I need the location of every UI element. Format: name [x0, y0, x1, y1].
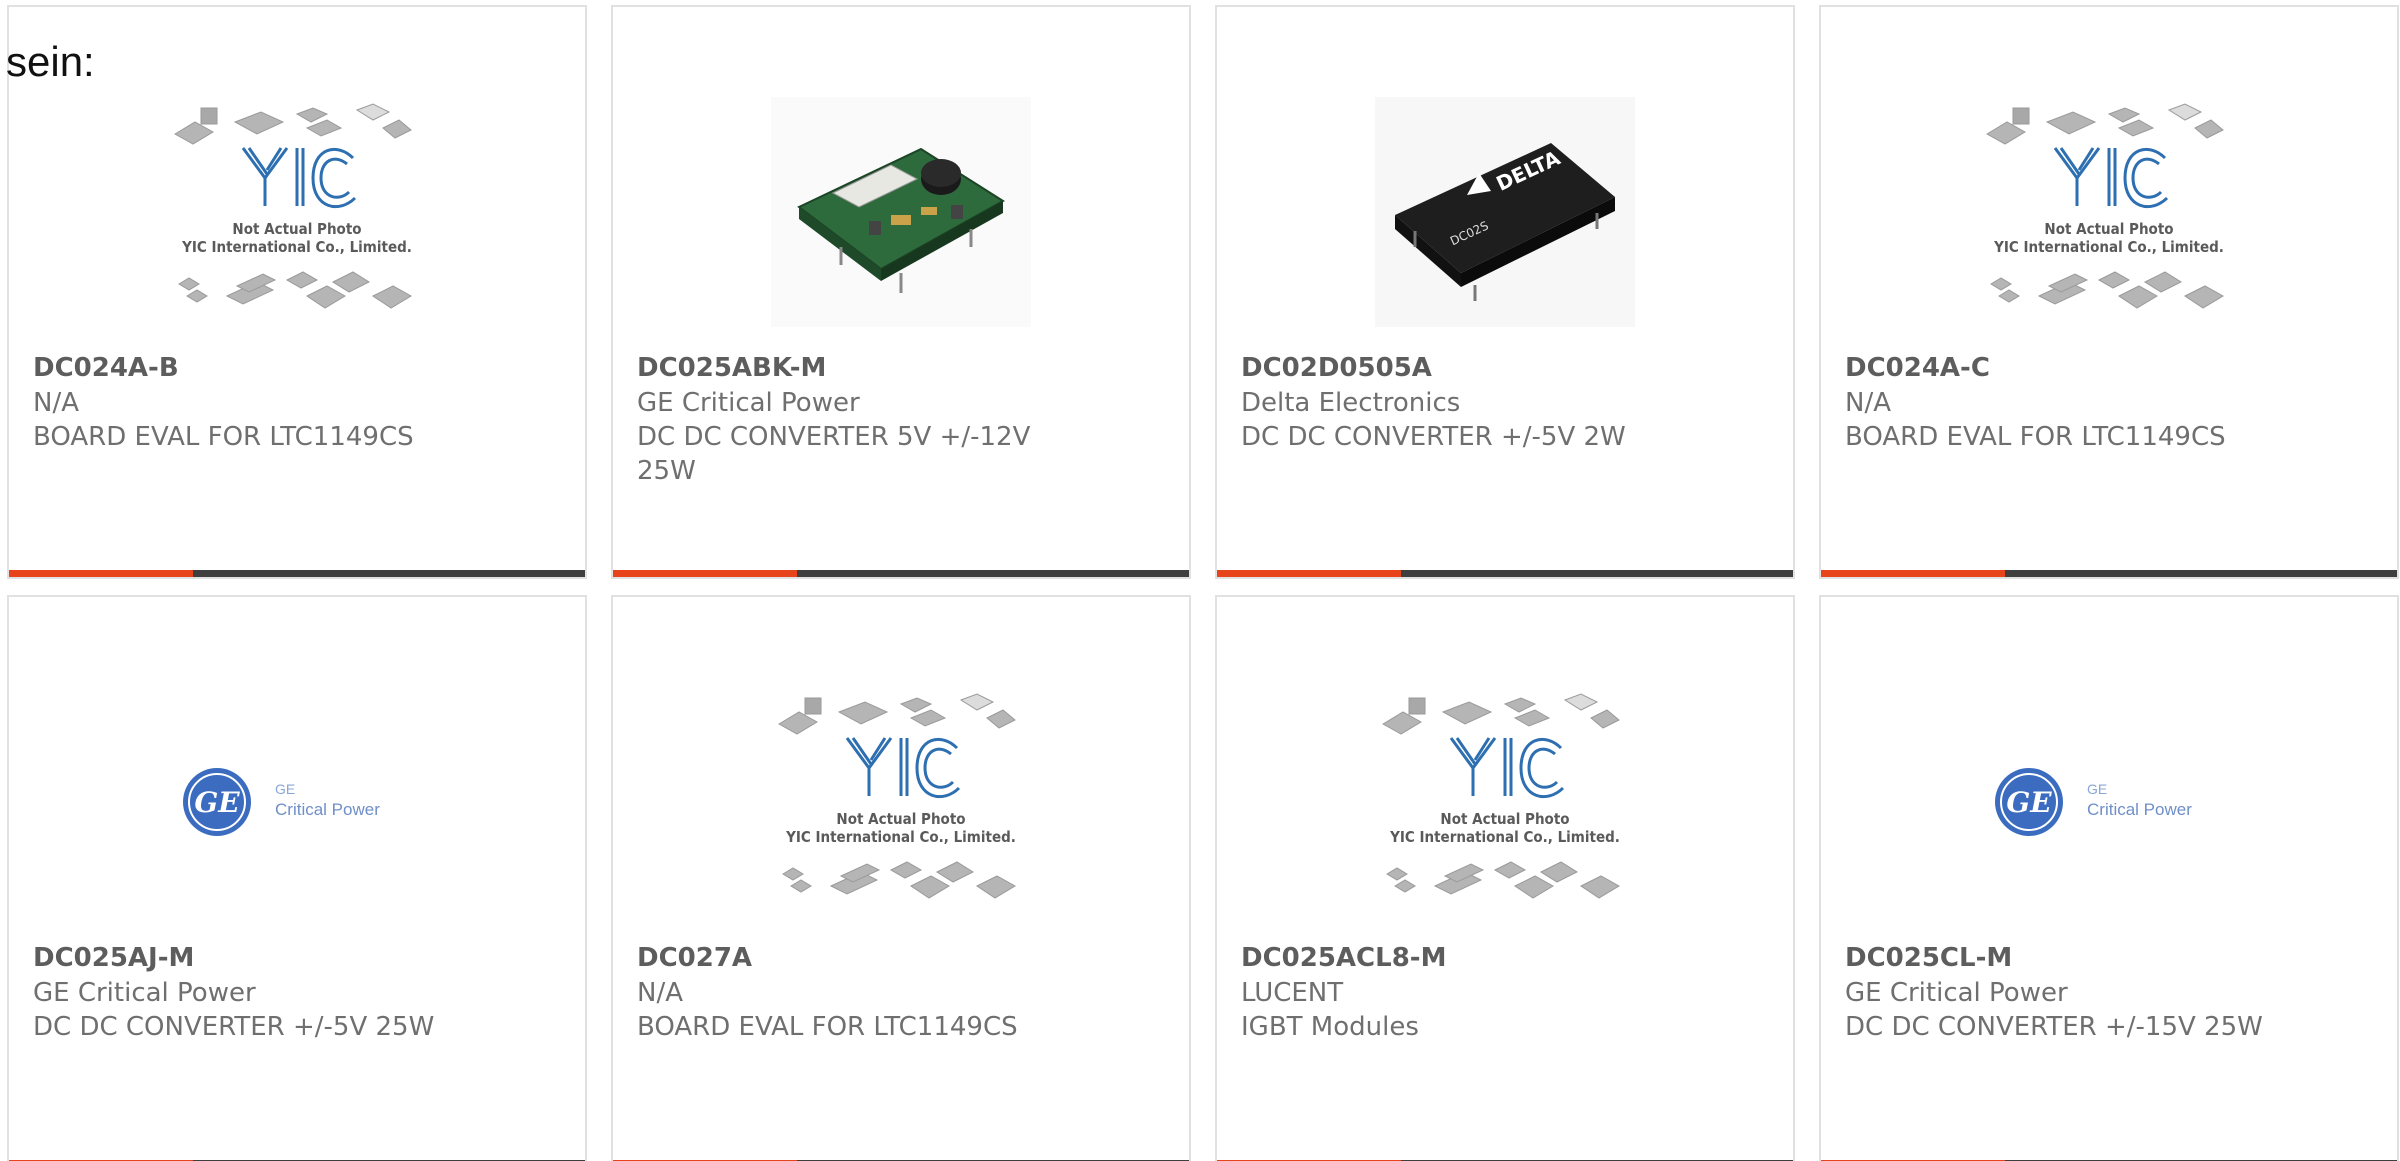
product-info: DC024A-C N/A BOARD EVAL FOR LTC1149CS	[1845, 350, 2285, 454]
svg-text:YIC International Co., Limited: YIC International Co., Limited.	[785, 828, 1016, 846]
product-card[interactable]: Not Actual Photo YIC International Co., …	[611, 595, 1191, 1161]
description-label: DC DC CONVERTER 5V +/-12V 25W	[637, 422, 1031, 486]
part-number-link[interactable]: DC025CL-M	[1845, 940, 2285, 976]
svg-text:Critical Power: Critical Power	[2087, 800, 2192, 819]
manufacturer-label: LUCENT	[1241, 978, 1344, 1008]
product-info: DC027A N/A BOARD EVAL FOR LTC1149CS	[637, 940, 1077, 1044]
svg-text:GE: GE	[2087, 781, 2107, 797]
card-accent-bar	[9, 570, 585, 577]
product-info: DC024A-B N/A BOARD EVAL FOR LTC1149CS	[33, 350, 473, 454]
manufacturer-label: Delta Electronics	[1241, 388, 1461, 418]
svg-text:Not Actual Photo: Not Actual Photo	[1440, 810, 1569, 828]
svg-text:GE: GE	[275, 781, 295, 797]
svg-text:YIC International Co., Limited: YIC International Co., Limited.	[181, 238, 412, 256]
description-label: IGBT Modules	[1241, 1012, 1419, 1042]
card-accent-bar	[613, 570, 1189, 577]
green-circuit-board-icon[interactable]	[761, 77, 1041, 347]
description-label: BOARD EVAL FOR LTC1149CS	[33, 422, 414, 452]
accent-segment	[1217, 570, 1401, 577]
dark-segment	[2005, 570, 2397, 577]
ge-logo-icon[interactable]: GE GE Critical Power	[1969, 667, 2249, 937]
part-number-link[interactable]: DC024A-B	[33, 350, 473, 386]
manufacturer-label: GE Critical Power	[637, 388, 860, 418]
svg-text:Critical Power: Critical Power	[275, 800, 380, 819]
product-info: DC025ACL8-M LUCENT IGBT Modules	[1241, 940, 1681, 1044]
description-label: BOARD EVAL FOR LTC1149CS	[1845, 422, 2226, 452]
description-label: DC DC CONVERTER +/-5V 25W	[33, 1012, 435, 1042]
accent-segment	[1821, 570, 2005, 577]
dark-segment	[193, 570, 585, 577]
product-info: DC025CL-M GE Critical Power DC DC CONVERTE…	[1845, 940, 2285, 1044]
svg-text:Not Actual Photo: Not Actual Photo	[2044, 220, 2173, 238]
svg-text:Not Actual Photo: Not Actual Photo	[836, 810, 965, 828]
part-number-link[interactable]: DC025ABK-M	[637, 350, 1077, 386]
delta-module-icon[interactable]: DELTA DC02S	[1365, 77, 1645, 347]
product-info: DC025ABK-M GE Critical Power DC DC CONVERT…	[637, 350, 1077, 488]
svg-text:GE: GE	[2006, 786, 2052, 819]
dark-segment	[1401, 570, 1793, 577]
accent-segment	[613, 570, 797, 577]
svg-text:Not Actual Photo: Not Actual Photo	[232, 220, 361, 238]
product-card[interactable]: Not Actual Photo YIC International Co., …	[1215, 595, 1795, 1161]
part-number-link[interactable]: DC027A	[637, 940, 1077, 976]
svg-text:GE: GE	[194, 786, 240, 819]
manufacturer-label: N/A	[1845, 388, 1891, 418]
card-accent-bar	[1217, 570, 1793, 577]
yic-placeholder-icon[interactable]: Not Actual Photo YIC International Co., …	[1969, 77, 2249, 347]
part-number-link[interactable]: DC024A-C	[1845, 350, 2285, 386]
description-label: DC DC CONVERTER +/-15V 25W	[1845, 1012, 2263, 1042]
manufacturer-label: GE Critical Power	[1845, 978, 2068, 1008]
product-card[interactable]: Not Actual Photo YIC International Co., …	[7, 5, 587, 579]
intro-text: sein:	[6, 38, 95, 85]
product-grid-page: sein: Not Actual Photo YIC International…	[0, 0, 2400, 1161]
product-card[interactable]: DELTA DC02S DC02D0505A Delta Electronics D…	[1215, 5, 1795, 579]
yic-placeholder-icon[interactable]: Not Actual Photo YIC International Co., …	[157, 77, 437, 347]
product-card[interactable]: GE GE Critical Power DC025CL-M GE Critica…	[1819, 595, 2399, 1161]
accent-segment	[9, 570, 193, 577]
product-info: DC02D0505A Delta Electronics DC DC CONVERT…	[1241, 350, 1681, 454]
part-number-link[interactable]: DC02D0505A	[1241, 350, 1681, 386]
product-info: DC025AJ-M GE Critical Power DC DC CONVERTE…	[33, 940, 473, 1044]
manufacturer-label: GE Critical Power	[33, 978, 256, 1008]
manufacturer-label: N/A	[33, 388, 79, 418]
dark-segment	[797, 570, 1189, 577]
part-number-link[interactable]: DC025AJ-M	[33, 940, 473, 976]
product-card[interactable]: DC025ABK-M GE Critical Power DC DC CONVERT…	[611, 5, 1191, 579]
description-label: DC DC CONVERTER +/-5V 2W	[1241, 422, 1626, 452]
svg-text:YIC International Co., Limited: YIC International Co., Limited.	[1389, 828, 1620, 846]
card-accent-bar	[1821, 570, 2397, 577]
product-card[interactable]: GE GE Critical Power DC025AJ-M GE Critica…	[7, 595, 587, 1161]
manufacturer-label: N/A	[637, 978, 683, 1008]
product-card[interactable]: Not Actual Photo YIC International Co., …	[1819, 5, 2399, 579]
ge-logo-icon[interactable]: GE GE Critical Power	[157, 667, 437, 937]
description-label: BOARD EVAL FOR LTC1149CS	[637, 1012, 1018, 1042]
svg-text:YIC International Co., Limited: YIC International Co., Limited.	[1993, 238, 2224, 256]
yic-placeholder-icon[interactable]: Not Actual Photo YIC International Co., …	[1365, 667, 1645, 937]
yic-placeholder-icon[interactable]: Not Actual Photo YIC International Co., …	[761, 667, 1041, 937]
part-number-link[interactable]: DC025ACL8-M	[1241, 940, 1681, 976]
